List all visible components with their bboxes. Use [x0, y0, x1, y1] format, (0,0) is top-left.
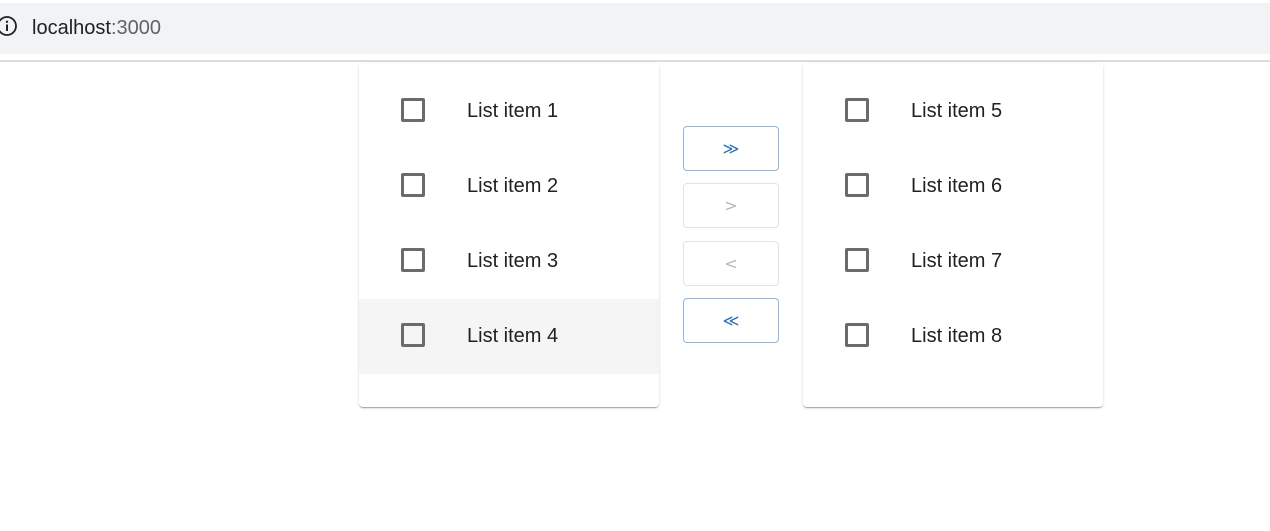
list-item[interactable]: List item 6	[803, 149, 1103, 224]
list-item[interactable]: List item 2	[359, 149, 659, 224]
list-item-label: List item 7	[911, 250, 1003, 272]
move-all-left-button[interactable]: ≪	[683, 298, 779, 343]
left-list-panel: List item 1 List item 2 List item 3 List…	[359, 63, 659, 407]
url-port: :3000	[110, 17, 161, 39]
list-item-label: List item 6	[911, 175, 1003, 197]
list-item[interactable]: List item 4	[359, 299, 659, 374]
move-selected-right-button[interactable]: >	[683, 183, 779, 228]
move-all-right-button[interactable]: ≫	[683, 126, 779, 171]
checkbox[interactable]	[845, 173, 869, 197]
toolbar-divider	[0, 60, 1270, 62]
list-item[interactable]: List item 3	[359, 224, 659, 299]
checkbox[interactable]	[845, 323, 869, 347]
list-item[interactable]: List item 7	[803, 224, 1103, 299]
list-item-label: List item 2	[467, 175, 559, 197]
left-list: List item 1 List item 2 List item 3 List…	[359, 74, 659, 374]
list-item-label: List item 1	[467, 100, 559, 122]
address-bar[interactable]	[0, 3, 1270, 54]
list-item[interactable]: List item 1	[359, 74, 659, 149]
list-item-label: List item 5	[911, 100, 1003, 122]
url-host: localhost	[32, 17, 111, 39]
move-selected-left-button[interactable]: <	[683, 241, 779, 286]
checkbox[interactable]	[845, 98, 869, 122]
right-list: List item 5 List item 6 List item 7 List…	[803, 74, 1103, 374]
right-list-panel: List item 5 List item 6 List item 7 List…	[803, 63, 1103, 407]
checkbox[interactable]	[401, 98, 425, 122]
checkbox[interactable]	[401, 248, 425, 272]
checkbox[interactable]	[401, 323, 425, 347]
checkbox[interactable]	[401, 173, 425, 197]
list-item-label: List item 4	[467, 325, 559, 347]
list-item[interactable]: List item 8	[803, 299, 1103, 374]
list-item-label: List item 3	[467, 250, 559, 272]
url-text[interactable]: localhost:3000	[32, 16, 161, 40]
checkbox[interactable]	[845, 248, 869, 272]
info-icon[interactable]	[0, 15, 18, 37]
list-item[interactable]: List item 5	[803, 74, 1103, 149]
list-item-label: List item 8	[911, 325, 1003, 347]
